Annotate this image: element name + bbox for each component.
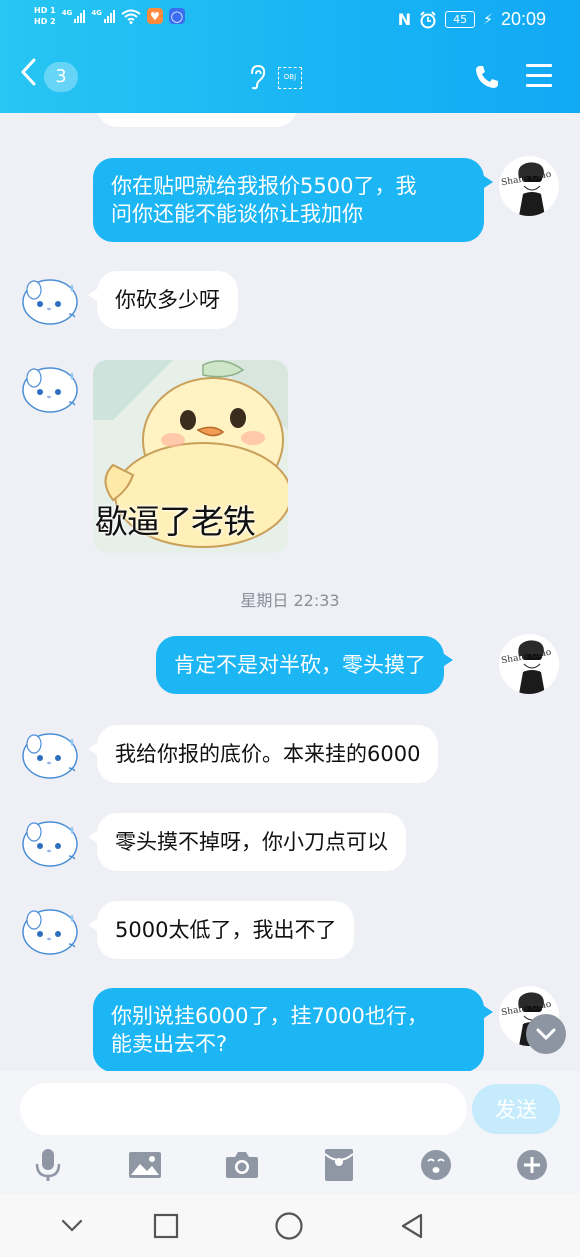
tips-app-icon: ◯ — [168, 8, 185, 24]
image-button[interactable] — [127, 1147, 163, 1183]
charging-icon: ⚡ — [483, 11, 493, 28]
self-avatar[interactable]: Share Cmo — [499, 156, 559, 216]
message-line: 能卖出去不? — [111, 1032, 228, 1056]
red-packet-button[interactable] — [321, 1147, 357, 1183]
hd-labels: HD 1 HD 2 — [34, 6, 56, 26]
send-button[interactable]: 发送 — [472, 1084, 560, 1134]
contact-avatar[interactable] — [20, 113, 80, 133]
contact-avatar[interactable] — [20, 270, 80, 330]
hd1-label: HD 1 — [34, 6, 56, 15]
obj-icon[interactable]: OBJ — [278, 67, 302, 89]
message-text: 肯定不是对半砍，零头摸了 — [174, 653, 426, 677]
back-triangle-icon — [401, 1213, 423, 1239]
voice-button[interactable] — [30, 1147, 66, 1183]
camera-button[interactable] — [224, 1147, 260, 1183]
phone-icon[interactable] — [474, 64, 500, 90]
signal-1-label: 4G — [61, 9, 73, 17]
recents-icon — [153, 1213, 179, 1239]
sticker-image[interactable]: 歇逼了老铁 — [93, 360, 288, 553]
back-button[interactable] — [18, 56, 38, 96]
contact-avatar[interactable] — [20, 724, 80, 784]
message-bubble-out[interactable]: 你在贴吧就给我报价5500了，我 问你还能不能谈你让我加你 — [93, 158, 493, 242]
status-left: HD 1 HD 2 4G 4G ♥ ◯ — [34, 6, 185, 26]
scroll-to-bottom-button[interactable] — [526, 1014, 566, 1054]
partial-bubble-top — [97, 113, 297, 127]
message-line: 你在贴吧就给我报价5500了，我 — [111, 174, 417, 198]
message-input[interactable] — [20, 1083, 467, 1135]
message-text: 你砍多少呀 — [115, 288, 220, 312]
system-navigation-bar — [0, 1194, 580, 1257]
contact-avatar[interactable] — [20, 358, 80, 418]
self-avatar[interactable]: Share Cmo — [499, 634, 559, 694]
battery-indicator: 45 — [445, 11, 476, 28]
red-packet-icon — [324, 1149, 354, 1181]
signal-1-icon: 4G — [62, 9, 86, 23]
system-back-button[interactable] — [396, 1210, 428, 1242]
microphone-icon — [35, 1149, 61, 1181]
health-app-icon: ♥ — [146, 8, 163, 24]
hd2-label: HD 2 — [34, 17, 56, 26]
sticker-caption: 歇逼了老铁 — [95, 502, 256, 541]
message-timestamp: 星期日 22:33 — [240, 591, 340, 610]
more-button[interactable] — [514, 1147, 550, 1183]
status-bar: HD 1 HD 2 4G 4G ♥ ◯ N 45 ⚡ 20:09 — [0, 0, 580, 40]
header: HD 1 HD 2 4G 4G ♥ ◯ N 45 ⚡ 20:09 3 OBJ — [0, 0, 580, 113]
menu-icon[interactable] — [526, 64, 552, 88]
message-text: 零头摸不掉呀，你小刀点可以 — [115, 830, 388, 854]
message-bubble-out[interactable]: 肯定不是对半砍，零头摸了 — [156, 636, 453, 694]
home-button[interactable] — [273, 1210, 305, 1242]
message-bubble-in[interactable]: 零头摸不掉呀，你小刀点可以 — [88, 813, 406, 871]
chevron-down-icon — [536, 1028, 556, 1040]
message-line: 问你还能不能谈你让我加你 — [111, 202, 363, 226]
recents-button[interactable] — [150, 1210, 182, 1242]
contact-avatar[interactable] — [20, 900, 80, 960]
home-icon — [275, 1212, 303, 1240]
emoji-button[interactable] — [418, 1147, 454, 1183]
wifi-icon — [121, 9, 141, 24]
image-icon — [129, 1152, 161, 1178]
emoji-icon — [421, 1150, 451, 1180]
message-text: 5000太低了，我出不了 — [115, 918, 337, 942]
collapse-button[interactable] — [56, 1210, 88, 1242]
signal-2-icon: 4G — [91, 9, 115, 23]
chevron-left-icon — [20, 58, 36, 86]
input-bar: 发送 — [0, 1071, 580, 1194]
unread-badge[interactable]: 3 — [44, 62, 78, 92]
message-text: 我给你报的底价。本来挂的6000 — [115, 742, 421, 766]
collapse-icon — [61, 1219, 83, 1232]
message-bubble-in[interactable]: 5000太低了，我出不了 — [87, 901, 355, 959]
nfc-icon: N — [397, 10, 412, 29]
alarm-icon — [420, 10, 436, 28]
message-bubble-in[interactable]: 我给你报的底价。本来挂的6000 — [87, 725, 439, 783]
message-line: 你别说挂6000了，挂7000也行， — [111, 1004, 428, 1028]
camera-icon — [226, 1152, 258, 1178]
message-bubble-in[interactable]: 你砍多少呀 — [88, 271, 238, 329]
signal-2-label: 4G — [91, 9, 102, 17]
status-right: N 45 ⚡ 20:09 — [398, 9, 546, 30]
plus-icon — [517, 1150, 547, 1180]
chat-area[interactable]: 你在贴吧就给我报价5500了，我 问你还能不能谈你让我加你 Share Cmo … — [0, 113, 580, 1071]
message-bubble-out[interactable]: 你别说挂6000了，挂7000也行， 能卖出去不? — [93, 988, 493, 1071]
contact-avatar[interactable] — [20, 812, 80, 872]
ear-icon[interactable] — [246, 64, 268, 90]
status-time: 20:09 — [500, 9, 546, 29]
